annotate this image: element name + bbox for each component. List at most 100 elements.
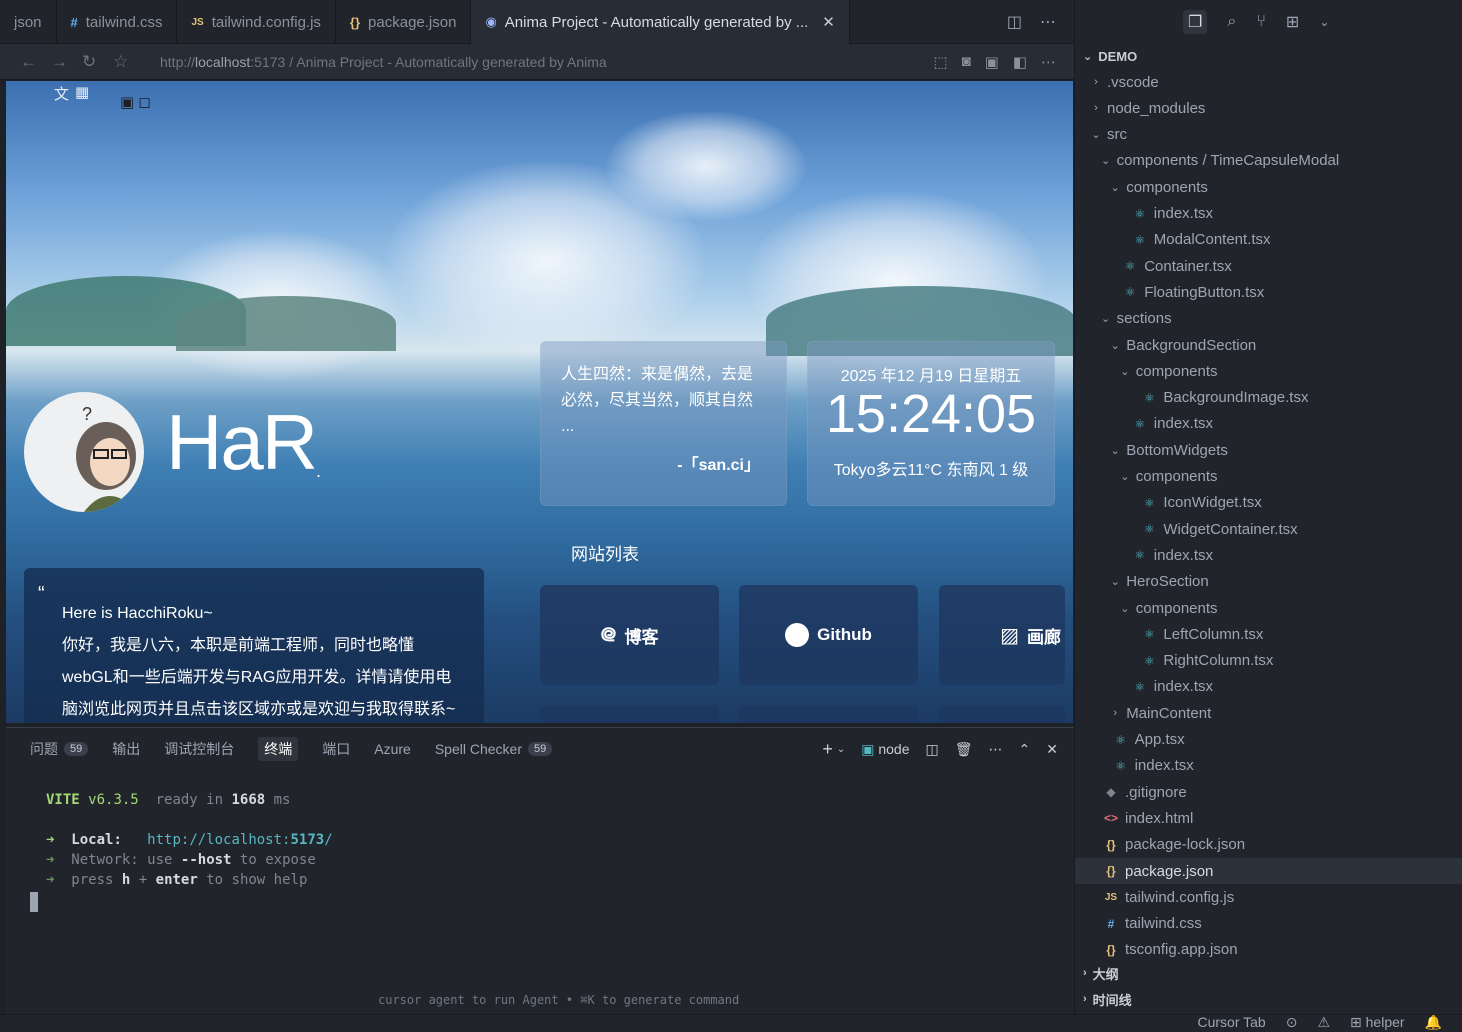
tab-ports[interactable]: 端口 <box>322 739 350 759</box>
site-row2-card[interactable] <box>739 705 918 723</box>
file-item[interactable]: ⚛ index.tsx <box>1075 753 1462 779</box>
folder-item[interactable]: ⌄ src <box>1075 122 1462 148</box>
file-item[interactable]: ⚛ LeftColumn.tsx <box>1075 621 1462 647</box>
tab-spell-checker[interactable]: Spell Checker 59 <box>435 741 553 757</box>
console-icon[interactable]: ▣ <box>985 53 999 71</box>
brand-title: HaR <box>166 398 318 486</box>
file-item[interactable]: ⚛ ModalContent.tsx <box>1075 227 1462 253</box>
site-gallery[interactable]: ▨ 画廊 <box>939 585 1065 685</box>
new-terminal-icon[interactable]: + <box>822 739 833 760</box>
file-item[interactable]: ⚛ FloatingButton.tsx <box>1075 279 1462 305</box>
back-icon[interactable]: ← <box>20 52 51 72</box>
file-item[interactable]: JS tailwind.config.js <box>1075 884 1462 910</box>
react-file-icon: ⚛ <box>1144 522 1155 537</box>
screenshot-icon[interactable]: ◙ <box>962 53 971 71</box>
folder-item[interactable]: › MainContent <box>1075 700 1462 726</box>
outline-section[interactable]: › 大纲 <box>1075 960 1462 986</box>
capture-icon[interactable]: ▣ <box>120 93 134 111</box>
file-item[interactable]: ⚛ Container.tsx <box>1075 253 1462 279</box>
timeline-section[interactable]: › 时间线 <box>1075 986 1462 1012</box>
intro-card[interactable]: “ Here is HacchiRoku~ 你好，我是八六，本职是前端工程师，同… <box>24 568 484 723</box>
bell-icon[interactable]: 🔔 <box>1425 1014 1442 1031</box>
inspect-icon[interactable]: ⬚ <box>933 53 947 71</box>
file-item[interactable]: ◆ .gitignore <box>1075 779 1462 805</box>
address-bar[interactable]: http://localhost:5173 / Anima Project - … <box>160 54 607 70</box>
reload-icon[interactable]: ↻ <box>82 52 113 72</box>
translate-icon[interactable]: 文 <box>54 83 69 104</box>
file-item[interactable]: ⚛ WidgetContainer.tsx <box>1075 516 1462 542</box>
site-github[interactable]: Github <box>739 585 918 685</box>
star-icon[interactable]: ☆ <box>113 52 144 72</box>
explorer-sidebar: ❐ ⌕ ⑂ ⊞ ⌄ ⌄ DEMO › .vscode › node_modules ⌄ s… <box>1074 0 1462 1032</box>
tab-output[interactable]: 输出 <box>112 739 140 759</box>
terminal-instance[interactable]: ▣ node <box>861 741 909 758</box>
feedback-icon[interactable]: ◻ <box>138 93 150 111</box>
file-item[interactable]: {} package.json <box>1075 858 1462 884</box>
tab-json[interactable]: json <box>0 0 57 44</box>
site-blog[interactable]: ᪤ 博客 <box>540 585 719 685</box>
json-file-icon: {} <box>1106 942 1116 957</box>
quote-card[interactable]: 人生四然：来是偶然，去是必然，尽其当然，顺其自然 ... -「san.ci」 <box>540 341 787 506</box>
tab-package-json[interactable]: {} package.json <box>336 0 472 44</box>
more-actions-icon[interactable]: ⋯ <box>1040 12 1056 32</box>
file-item[interactable]: <> index.html <box>1075 805 1462 831</box>
file-item[interactable]: ⚛ index.tsx <box>1075 201 1462 227</box>
maximize-panel-icon[interactable]: ⌃ <box>1019 741 1031 758</box>
folder-item[interactable]: › .vscode <box>1075 69 1462 95</box>
more-icon[interactable]: ⋯ <box>1041 53 1056 71</box>
qr-icon[interactable]: ▦ <box>75 83 89 104</box>
file-item[interactable]: {} package-lock.json <box>1075 832 1462 858</box>
explorer-root[interactable]: ⌄ DEMO <box>1075 43 1462 69</box>
file-item[interactable]: ⚛ App.tsx <box>1075 727 1462 753</box>
extensions-icon[interactable]: ⊞ <box>1286 12 1299 32</box>
split-editor-icon[interactable]: ◫ <box>1007 12 1022 32</box>
copilot-icon[interactable]: ⊙ <box>1286 1014 1298 1031</box>
file-item[interactable]: ⚛ RightColumn.tsx <box>1075 648 1462 674</box>
source-control-icon[interactable]: ⑂ <box>1256 13 1266 31</box>
trash-icon[interactable]: 🗑 <box>955 741 973 758</box>
site-row2-card[interactable] <box>939 705 1065 723</box>
close-panel-icon[interactable]: ✕ <box>1046 741 1058 758</box>
search-icon[interactable]: ⌕ <box>1227 13 1236 31</box>
sidebar-toggle-icon[interactable]: ◧ <box>1013 53 1027 71</box>
folder-item[interactable]: ⌄ BackgroundSection <box>1075 332 1462 358</box>
folder-item[interactable]: ⌄ components <box>1075 174 1462 200</box>
tab-debug-console[interactable]: 调试控制台 <box>164 739 234 759</box>
folder-item[interactable]: ⌄ components / TimeCapsuleModal <box>1075 148 1462 174</box>
file-item[interactable]: ⚛ IconWidget.tsx <box>1075 490 1462 516</box>
tab-azure[interactable]: Azure <box>374 741 411 757</box>
forward-icon[interactable]: → <box>51 52 82 72</box>
file-item[interactable]: ⚛ index.tsx <box>1075 411 1462 437</box>
folder-item[interactable]: ⌄ components <box>1075 358 1462 384</box>
file-item[interactable]: ⚛ index.tsx <box>1075 674 1462 700</box>
file-item[interactable]: ⚛ BackgroundImage.tsx <box>1075 385 1462 411</box>
folder-item[interactable]: › node_modules <box>1075 95 1462 121</box>
terminal-output[interactable]: VITE v6.3.5 ready in 1668 ms ➜ Local: ht… <box>6 770 1074 918</box>
file-item[interactable]: {} tsconfig.app.json <box>1075 937 1462 963</box>
folder-item[interactable]: ⌄ components <box>1075 464 1462 490</box>
tree-item-label: package.json <box>1125 862 1214 880</box>
tab-terminal[interactable]: 终端 <box>258 737 299 761</box>
cursor-tab-status[interactable]: Cursor Tab <box>1198 1014 1266 1031</box>
files-icon[interactable]: ❐ <box>1183 10 1208 34</box>
chevron-down-icon[interactable]: ⌄ <box>1319 15 1329 29</box>
close-tab-icon[interactable]: ✕ <box>822 13 835 31</box>
folder-item[interactable]: ⌄ sections <box>1075 306 1462 332</box>
tab-problems[interactable]: 问题 59 <box>30 739 89 759</box>
chevron-down-icon[interactable]: ⌄ <box>837 744 845 755</box>
tab-tailwind-css[interactable]: # tailwind.css <box>57 0 178 44</box>
warning-icon[interactable]: ⚠ <box>1317 1014 1330 1031</box>
tab-tailwind-config[interactable]: JS tailwind.config.js <box>177 0 336 44</box>
site-row2-card[interactable] <box>540 705 719 723</box>
folder-item[interactable]: ⌄ HeroSection <box>1075 569 1462 595</box>
local-url[interactable]: http://localhost:5173/ <box>147 832 332 848</box>
file-item[interactable]: ⚛ index.tsx <box>1075 542 1462 568</box>
folder-item[interactable]: ⌄ components <box>1075 595 1462 621</box>
helper-status[interactable]: ⊞ helper <box>1350 1014 1405 1031</box>
split-terminal-icon[interactable]: ◫ <box>926 741 939 758</box>
folder-item[interactable]: ⌄ BottomWidgets <box>1075 437 1462 463</box>
file-item[interactable]: # tailwind.css <box>1075 911 1462 937</box>
avatar[interactable]: ? <box>24 392 144 512</box>
more-icon[interactable]: ⋯ <box>989 741 1003 758</box>
tab-anima-project[interactable]: ◉ Anima Project - Automatically generate… <box>471 0 850 44</box>
